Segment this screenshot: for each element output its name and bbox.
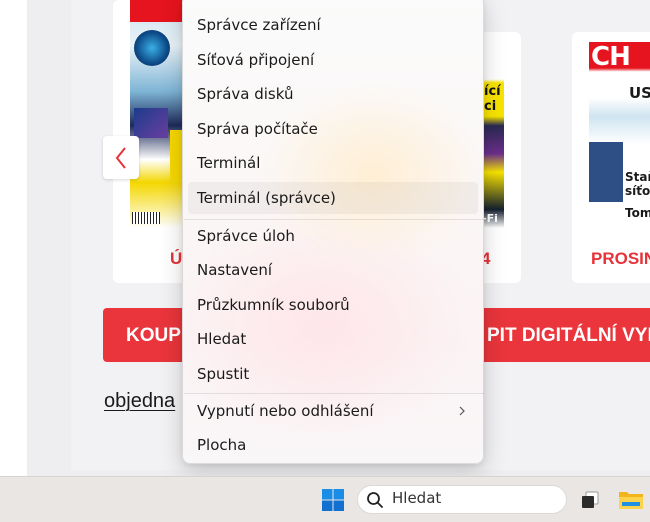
magazine-cover-1[interactable] — [130, 0, 184, 228]
file-explorer-button[interactable] — [618, 485, 650, 515]
cover-subheadline: Staňsíťov — [625, 170, 650, 198]
menu-item-desktop[interactable]: Plocha — [188, 429, 478, 461]
task-view-button[interactable] — [576, 485, 604, 515]
chevron-right-icon — [459, 406, 465, 416]
menu-separator — [184, 393, 484, 394]
magazine-cover-3[interactable]: CH US Staňsíťov Tom — [589, 42, 650, 228]
windows-logo-icon — [322, 489, 344, 511]
cover-headline: ící ci — [484, 84, 501, 114]
taskbar-search-box[interactable] — [357, 485, 567, 514]
search-icon — [367, 492, 383, 508]
menu-item-network-connections[interactable]: Síťová připojení — [188, 44, 478, 76]
slider-prev-button[interactable] — [103, 136, 139, 179]
cover-barcode — [132, 212, 160, 224]
start-button[interactable] — [318, 485, 348, 515]
menu-item-terminal-admin[interactable]: Terminál (správce) — [188, 182, 478, 214]
menu-item-file-explorer[interactable]: Průzkumník souborů — [188, 289, 478, 321]
chevron-left-icon — [115, 146, 126, 169]
cover-graphic — [589, 142, 623, 202]
menu-item-shutdown[interactable]: Vypnutí nebo odhlášení — [188, 395, 478, 427]
search-placeholder: Hledat — [392, 489, 442, 507]
cover-logo: CH — [591, 42, 631, 72]
cover-subheadline-2: Tom — [625, 206, 650, 220]
menu-item-computer-management[interactable]: Správa počítače — [188, 113, 478, 145]
menu-item-label: Vypnutí nebo odhlášení — [197, 402, 374, 420]
menu-item-device-manager[interactable]: Správce zařízení — [188, 9, 478, 41]
context-menu: Správce zařízení Síťová připojení Správa… — [182, 0, 484, 464]
buy-digital-label[interactable]: PIT DIGITÁLNÍ VYD — [487, 325, 650, 347]
menu-item-settings[interactable]: Nastavení — [188, 254, 478, 286]
page-margin — [0, 0, 27, 476]
menu-item-run[interactable]: Spustit — [188, 358, 478, 390]
menu-item-disk-management[interactable]: Správa disků — [188, 78, 478, 110]
magazine-caption-3[interactable]: PROSIN — [591, 249, 650, 269]
menu-item-search[interactable]: Hledat — [188, 323, 478, 355]
task-view-icon — [582, 491, 599, 508]
magazine-caption-1[interactable]: Ú — [170, 249, 182, 269]
cover-subheadline: -Fi — [482, 212, 498, 225]
menu-item-terminal[interactable]: Terminál — [188, 147, 478, 179]
order-link[interactable]: objedna — [104, 390, 175, 413]
buy-print-label[interactable]: KOUP — [126, 325, 181, 347]
menu-item-task-manager[interactable]: Správce úloh — [188, 220, 478, 252]
cover-logo — [130, 0, 184, 22]
cover-headline: US — [629, 84, 650, 102]
cover-graphic-windows — [134, 108, 168, 138]
cover-graphic — [134, 30, 170, 66]
file-explorer-icon — [619, 492, 643, 509]
